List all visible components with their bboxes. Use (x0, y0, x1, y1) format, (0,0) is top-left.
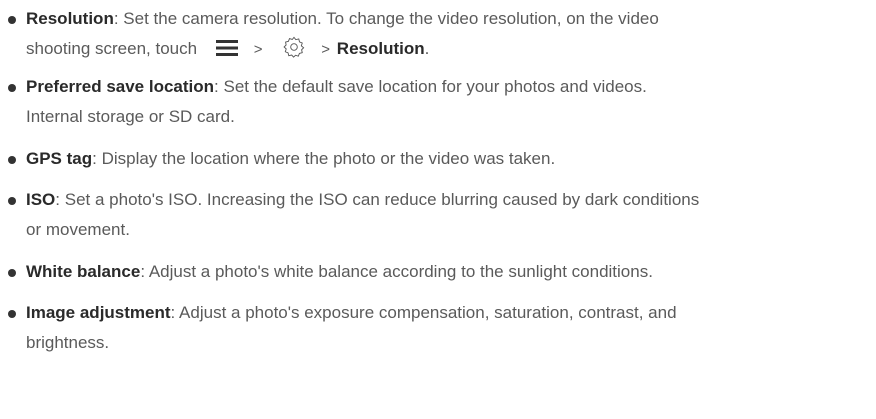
bullet-icon (8, 269, 16, 277)
item-description: : Adjust a photo's white balance accordi… (140, 262, 653, 281)
item-text: White balance: Adjust a photo's white ba… (26, 257, 856, 287)
item-term: Preferred save location (26, 77, 215, 96)
item-text: Image adjustment: Adjust a photo's expos… (26, 298, 856, 358)
bullet-icon (8, 197, 16, 205)
item-description: : Display the location where the photo o… (92, 149, 556, 168)
item-term: Image adjustment (26, 303, 171, 322)
item-description: : Set the default save location for your… (214, 77, 647, 96)
item-description-cont: or movement. (26, 220, 130, 239)
bullet-icon (8, 310, 16, 318)
settings-gear-icon (283, 36, 305, 68)
bullet-icon (8, 156, 16, 164)
item-text: Preferred save location: Set the default… (26, 72, 856, 132)
item-description: : Set the camera resolution. To change t… (113, 9, 659, 28)
path-separator: > (321, 41, 331, 58)
path-separator: > (253, 41, 263, 58)
item-text: Resolution: Set the camera resolution. T… (26, 4, 856, 68)
item-term: GPS tag (26, 149, 93, 168)
item-description-cont: Internal storage or SD card. (26, 107, 235, 126)
item-description-cont: brightness. (26, 333, 110, 352)
bullet-icon (8, 16, 16, 24)
item-description: : Adjust a photo's exposure compensation… (170, 303, 677, 322)
item-term: Resolution (26, 9, 114, 28)
period: . (424, 39, 430, 58)
item-description: : Set a photo's ISO. Increasing the ISO … (55, 190, 700, 209)
item-term-inline: Resolution (336, 39, 425, 58)
item-term: White balance (26, 262, 141, 281)
item-text: GPS tag: Display the location where the … (26, 144, 856, 174)
bullet-icon (8, 84, 16, 92)
item-text: ISO: Set a photo's ISO. Increasing the I… (26, 185, 856, 245)
item-description-cont: shooting screen, touch (26, 39, 198, 58)
item-term: ISO (26, 190, 56, 209)
menu-icon (215, 38, 238, 68)
